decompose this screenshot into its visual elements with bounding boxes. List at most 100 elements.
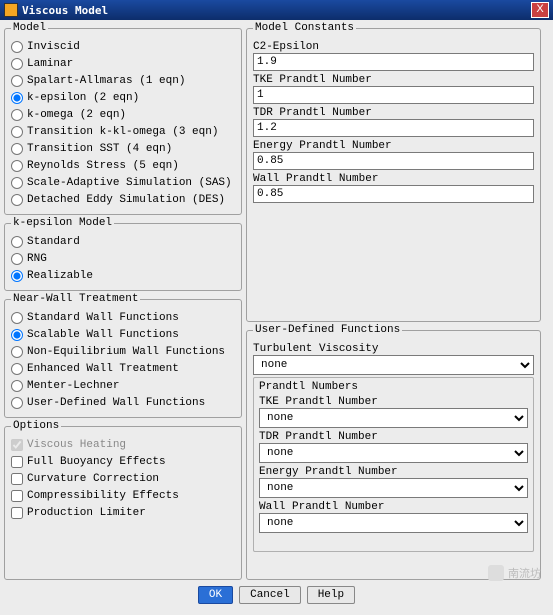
option-checkbox[interactable] [11,456,23,468]
model-option[interactable]: Scale-Adaptive Simulation (SAS) [11,174,235,191]
model-label: k-epsilon (2 eqn) [27,92,139,104]
model-radio[interactable] [11,160,23,172]
prandtl-select[interactable]: none [259,408,528,428]
titlebar: Viscous Model X [0,0,553,20]
ok-button[interactable]: OK [198,586,233,604]
model-label: k-omega (2 eqn) [27,109,126,121]
option-label: Viscous Heating [27,439,126,451]
model-label: Transition k-kl-omega (3 eqn) [27,126,218,138]
button-bar: OK Cancel Help [0,580,553,610]
option-label: Curvature Correction [27,473,159,485]
app-icon [4,3,18,17]
nearwall-option[interactable]: Enhanced Wall Treatment [11,360,235,377]
constant-input[interactable] [253,185,534,203]
constant-input[interactable] [253,53,534,71]
prandtl-subgroup: Prandtl Numbers TKE Prandtl NumbernoneTD… [253,377,534,552]
model-label: Inviscid [27,41,80,53]
keps-label: Realizable [27,270,93,282]
nearwall-label: Non-Equilibrium Wall Functions [27,346,225,358]
nearwall-option[interactable]: Menter-Lechner [11,377,235,394]
options-legend: Options [11,420,61,432]
model-option[interactable]: Transition SST (4 eqn) [11,140,235,157]
model-radio[interactable] [11,41,23,53]
model-radio[interactable] [11,58,23,70]
udf-group: User-Defined Functions Turbulent Viscosi… [246,324,541,580]
model-option[interactable]: Laminar [11,55,235,72]
nearwall-radio[interactable] [11,397,23,409]
model-radio[interactable] [11,92,23,104]
nearwall-label: Enhanced Wall Treatment [27,363,179,375]
nearwall-radio[interactable] [11,329,23,341]
nearwall-label: User-Defined Wall Functions [27,397,205,409]
window-title: Viscous Model [22,4,531,17]
prandtl-select[interactable]: none [259,478,528,498]
model-option[interactable]: Detached Eddy Simulation (DES) [11,191,235,208]
option-item[interactable]: Compressibility Effects [11,487,235,504]
nearwall-radio[interactable] [11,363,23,375]
model-radio[interactable] [11,177,23,189]
keps-model-group: k-epsilon Model StandardRNGRealizable [4,217,242,291]
nearwall-option[interactable]: Standard Wall Functions [11,309,235,326]
nearwall-label: Standard Wall Functions [27,312,179,324]
option-item: Viscous Heating [11,436,235,453]
option-label: Production Limiter [27,507,146,519]
prandtl-select[interactable]: none [259,443,528,463]
option-checkbox[interactable] [11,507,23,519]
model-radio[interactable] [11,143,23,155]
nearwall-option[interactable]: Scalable Wall Functions [11,326,235,343]
model-option[interactable]: Reynolds Stress (5 eqn) [11,157,235,174]
keps-option[interactable]: Standard [11,233,235,250]
constant-label: C2-Epsilon [253,41,534,53]
model-radio[interactable] [11,75,23,87]
option-checkbox[interactable] [11,473,23,485]
option-label: Compressibility Effects [27,490,179,502]
dialog-body: Model InviscidLaminarSpalart-Allmaras (1… [0,20,553,580]
model-option[interactable]: k-omega (2 eqn) [11,106,235,123]
option-item[interactable]: Full Buoyancy Effects [11,453,235,470]
model-option[interactable]: Spalart-Allmaras (1 eqn) [11,72,235,89]
nearwall-label: Menter-Lechner [27,380,119,392]
nearwall-label: Scalable Wall Functions [27,329,179,341]
keps-radio[interactable] [11,236,23,248]
model-label: Spalart-Allmaras (1 eqn) [27,75,185,87]
model-radio[interactable] [11,194,23,206]
nearwall-option[interactable]: User-Defined Wall Functions [11,394,235,411]
nearwall-radio[interactable] [11,346,23,358]
model-label: Laminar [27,58,73,70]
model-option[interactable]: Inviscid [11,38,235,55]
nearwall-radio[interactable] [11,380,23,392]
model-radio[interactable] [11,109,23,121]
keps-radio[interactable] [11,270,23,282]
model-option[interactable]: Transition k-kl-omega (3 eqn) [11,123,235,140]
model-option[interactable]: k-epsilon (2 eqn) [11,89,235,106]
turb-visc-select[interactable]: none [253,355,534,375]
keps-label: RNG [27,253,47,265]
nearwall-option[interactable]: Non-Equilibrium Wall Functions [11,343,235,360]
constant-input[interactable] [253,86,534,104]
constant-label: TKE Prandtl Number [253,74,534,86]
close-button[interactable]: X [531,2,549,18]
help-button[interactable]: Help [307,586,355,604]
option-checkbox[interactable] [11,490,23,502]
near-wall-legend: Near-Wall Treatment [11,293,140,305]
keps-radio[interactable] [11,253,23,265]
prandtl-select[interactable]: none [259,513,528,533]
keps-option[interactable]: RNG [11,250,235,267]
model-group: Model InviscidLaminarSpalart-Allmaras (1… [4,22,242,215]
constant-input[interactable] [253,119,534,137]
model-radio[interactable] [11,126,23,138]
watermark-icon [488,565,504,581]
model-label: Scale-Adaptive Simulation (SAS) [27,177,232,189]
option-item[interactable]: Production Limiter [11,504,235,521]
nearwall-radio[interactable] [11,312,23,324]
model-label: Detached Eddy Simulation (DES) [27,194,225,206]
prandtl-label: TKE Prandtl Number [259,396,528,408]
keps-option[interactable]: Realizable [11,267,235,284]
model-label: Reynolds Stress (5 eqn) [27,160,179,172]
constants-legend: Model Constants [253,22,356,34]
option-item[interactable]: Curvature Correction [11,470,235,487]
cancel-button[interactable]: Cancel [239,586,301,604]
prandtl-label: TDR Prandtl Number [259,431,528,443]
constant-input[interactable] [253,152,534,170]
udf-legend: User-Defined Functions [253,324,402,336]
